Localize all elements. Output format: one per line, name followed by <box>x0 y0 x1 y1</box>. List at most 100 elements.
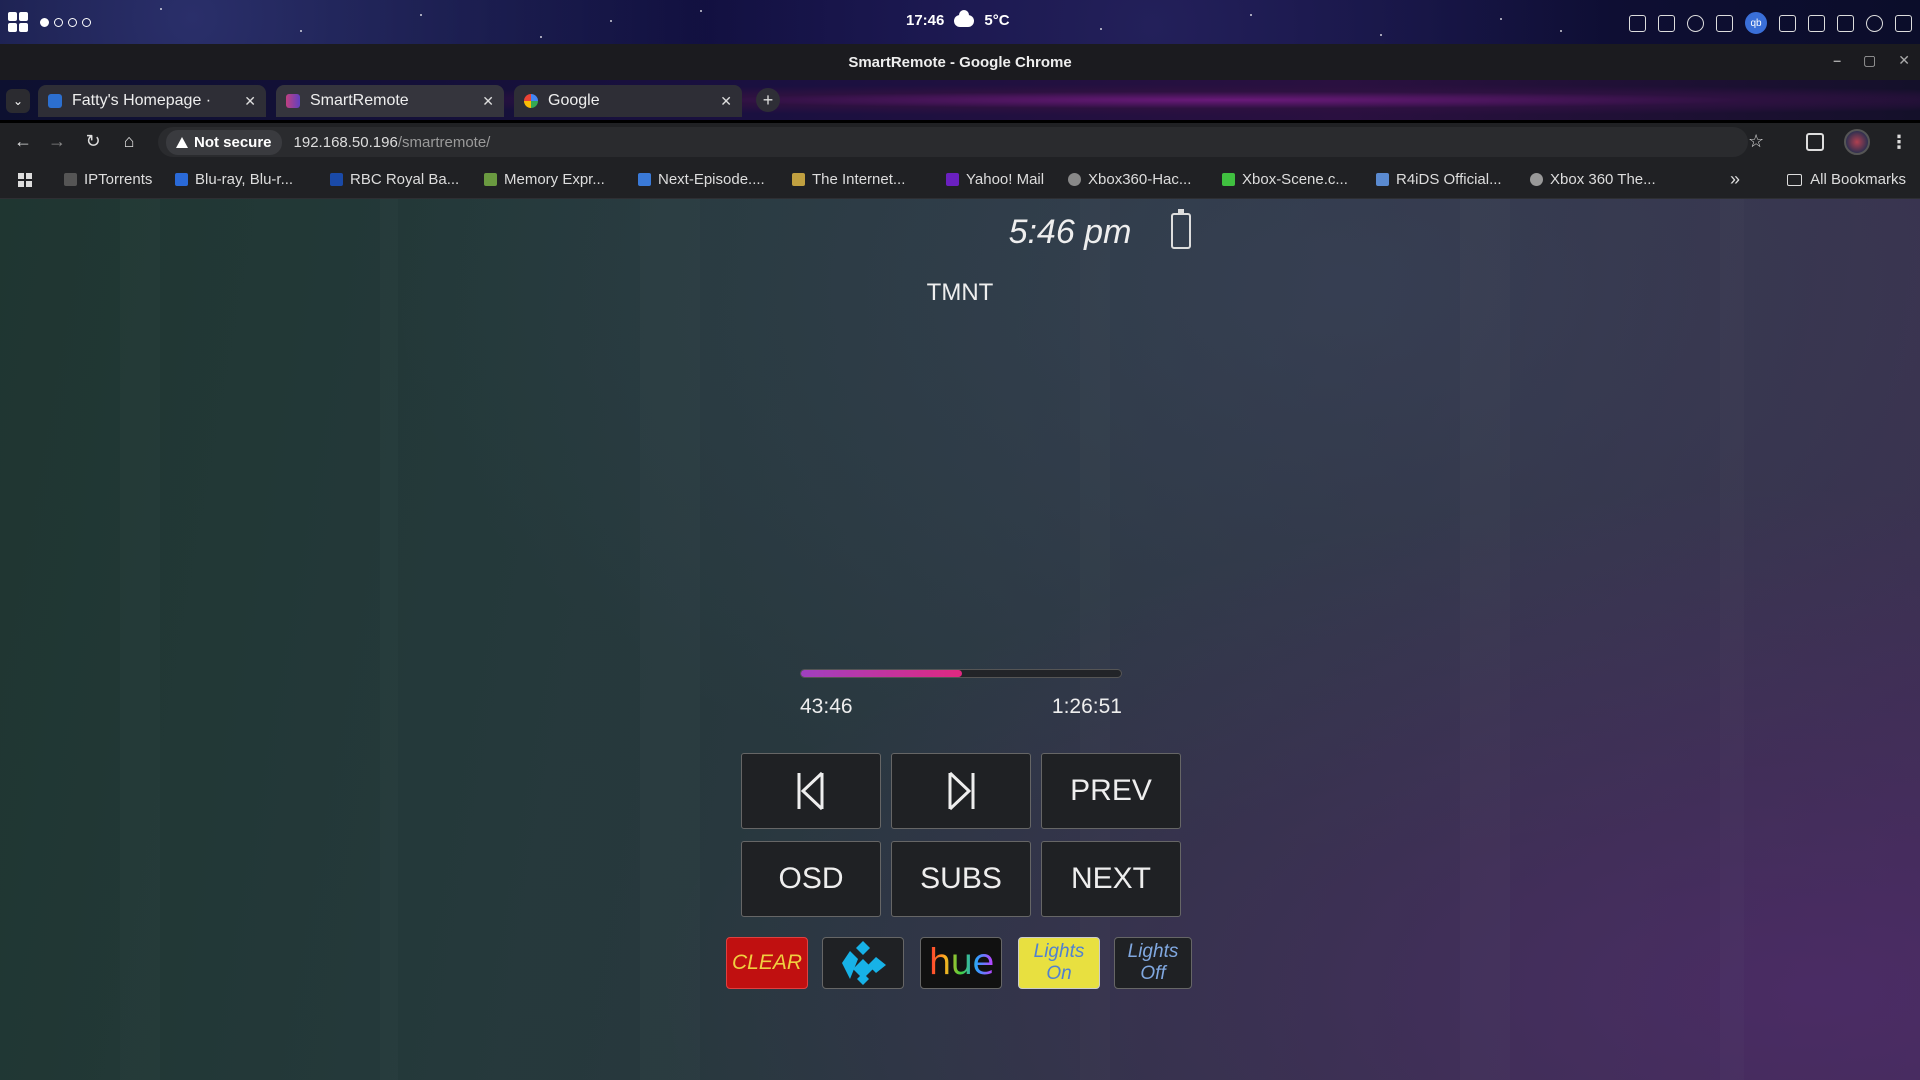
bookmark-favicon-icon <box>64 173 77 186</box>
bookmark-bluray[interactable]: Blu-ray, Blu-r... <box>175 171 293 188</box>
home-icon[interactable]: ⌂ <box>118 131 140 152</box>
volume-icon[interactable] <box>1837 14 1854 32</box>
apps-grid-icon[interactable] <box>18 173 32 187</box>
remote-clock: 5:46 pm <box>1008 213 1132 251</box>
tab-fattys-homepage[interactable]: Fatty's Homepage · ✕ <box>38 85 266 117</box>
bookmark-internet-archive[interactable]: The Internet... <box>792 171 905 188</box>
hue-button[interactable]: hue <box>920 937 1002 989</box>
smartremote-favicon-icon <box>286 94 300 108</box>
security-chip[interactable]: Not secure <box>166 129 282 155</box>
chat-icon[interactable] <box>1779 14 1796 32</box>
battery-icon <box>1171 209 1191 249</box>
bookmark-xbox-scene[interactable]: Xbox-Scene.c... <box>1222 171 1348 188</box>
bookmark-label: Xbox-Scene.c... <box>1242 171 1348 188</box>
folder-icon <box>1787 173 1803 186</box>
lights-on-label-2: On <box>1046 963 1072 984</box>
close-tab-icon[interactable]: ✕ <box>720 93 732 110</box>
qbittorrent-icon[interactable]: qb <box>1745 12 1767 34</box>
bookmark-label: Xbox360-Hac... <box>1088 171 1192 188</box>
url-host: 192.168.50.196 <box>293 133 398 151</box>
maximize-icon[interactable]: ▢ <box>1863 52 1876 69</box>
bookmark-favicon-icon <box>1376 173 1389 186</box>
bookmark-label: R4iDS Official... <box>1396 171 1502 188</box>
close-tab-icon[interactable]: ✕ <box>482 93 494 110</box>
bookmark-label: Xbox 360 The... <box>1550 171 1656 188</box>
more-bookmarks-icon[interactable]: » <box>1730 169 1740 190</box>
bookmark-iptorrents[interactable]: IPTorrents <box>64 171 152 188</box>
bookmark-label: Memory Expr... <box>504 171 605 188</box>
reload-icon[interactable]: ↻ <box>82 131 104 152</box>
bookmark-yahoo-mail[interactable]: Yahoo! Mail <box>946 171 1044 188</box>
lights-off-button[interactable]: Lights Off <box>1114 937 1192 989</box>
google-favicon-icon <box>524 94 538 108</box>
lights-on-button[interactable]: Lights On <box>1018 937 1100 989</box>
menu-kebab-icon[interactable]: ⋮ <box>1890 132 1908 153</box>
subs-button[interactable]: SUBS <box>891 841 1031 917</box>
trash-icon[interactable] <box>1658 14 1675 32</box>
bookmark-label: The Internet... <box>812 171 906 188</box>
osd-button[interactable]: OSD <box>741 841 881 917</box>
cloud-icon <box>954 9 975 27</box>
bookmark-favicon-icon <box>1222 173 1235 186</box>
lights-off-label-2: Off <box>1140 963 1166 984</box>
bookmark-star-icon[interactable]: ☆ <box>1748 131 1764 152</box>
playback-progress-bar[interactable] <box>800 669 1122 678</box>
window-title: SmartRemote - Google Chrome <box>848 53 1072 71</box>
kodi-button[interactable] <box>822 937 904 989</box>
all-bookmarks-button[interactable]: All Bookmarks <box>1787 171 1906 188</box>
bookmark-label: IPTorrents <box>84 171 153 188</box>
back-icon[interactable]: ← <box>12 131 34 152</box>
close-window-icon[interactable]: ✕ <box>1898 52 1910 69</box>
next-button[interactable]: NEXT <box>1041 841 1181 917</box>
display-icon[interactable] <box>1808 14 1825 32</box>
tab-title: SmartRemote <box>310 92 409 109</box>
profile-avatar[interactable] <box>1844 129 1870 155</box>
bookmark-favicon-icon <box>946 173 959 186</box>
bookmark-favicon-icon <box>484 173 497 186</box>
bookmark-r4ids[interactable]: R4iDS Official... <box>1376 171 1502 188</box>
bookmark-xbox360-hacks[interactable]: Xbox360-Hac... <box>1068 171 1191 188</box>
extensions-icon[interactable] <box>1806 133 1824 151</box>
skip-back-button[interactable] <box>741 753 881 829</box>
prev-button[interactable]: PREV <box>1041 753 1181 829</box>
new-tab-button[interactable]: + <box>756 88 780 112</box>
address-bar[interactable]: Not secure 192.168.50.196/smartremote/ <box>158 127 1748 157</box>
system-top-bar: 17:46 5°C qb <box>0 0 1920 44</box>
app-launcher-icon[interactable] <box>8 12 28 32</box>
notifications-icon[interactable] <box>1895 14 1912 32</box>
bookmark-label: Yahoo! Mail <box>966 171 1045 188</box>
bookmark-favicon-icon <box>1068 173 1081 186</box>
clear-button[interactable]: CLEAR <box>726 937 808 989</box>
bookmark-label: RBC Royal Ba... <box>350 171 460 188</box>
minimize-icon[interactable]: – <box>1833 52 1841 69</box>
skip-forward-button[interactable] <box>891 753 1031 829</box>
bookmark-next-episode[interactable]: Next-Episode.... <box>638 171 765 188</box>
workspace-indicator[interactable] <box>40 17 91 27</box>
close-tab-icon[interactable]: ✕ <box>244 93 256 110</box>
tab-smartremote[interactable]: SmartRemote ✕ <box>276 85 504 117</box>
network-icon[interactable] <box>1629 14 1646 32</box>
tab-strip: ⌄ Fatty's Homepage · ✕ SmartRemote ✕ Goo… <box>0 80 1920 120</box>
lights-off-label-1: Lights <box>1127 941 1179 963</box>
hue-logo: hue <box>928 942 995 983</box>
now-playing-title: TMNT <box>926 279 994 306</box>
url-path: /smartremote/ <box>397 133 491 151</box>
tab-search-icon[interactable]: ⌄ <box>6 89 30 113</box>
tab-google[interactable]: Google ✕ <box>514 85 742 117</box>
total-time: 1:26:51 <box>1051 695 1122 718</box>
skip-back-icon <box>797 771 824 811</box>
bookmark-favicon-icon <box>792 173 805 186</box>
forward-icon[interactable]: → <box>46 131 68 152</box>
playback-progress-fill <box>801 670 963 677</box>
lights-on-label-1: Lights <box>1033 941 1085 963</box>
clock-weather[interactable]: 17:46 5°C <box>906 9 1010 29</box>
bookmark-memory-express[interactable]: Memory Expr... <box>484 171 605 188</box>
bookmark-xbox360-the[interactable]: Xbox 360 The... <box>1530 171 1656 188</box>
night-mode-icon[interactable] <box>1687 14 1704 32</box>
tab-title: Google <box>548 92 600 109</box>
power-icon[interactable] <box>1866 14 1883 32</box>
bookmark-label: Next-Episode.... <box>658 171 765 188</box>
extensions-tray-icon[interactable] <box>1716 14 1733 32</box>
window-titlebar: SmartRemote - Google Chrome – ▢ ✕ <box>0 44 1920 80</box>
bookmark-rbc[interactable]: RBC Royal Ba... <box>330 171 459 188</box>
